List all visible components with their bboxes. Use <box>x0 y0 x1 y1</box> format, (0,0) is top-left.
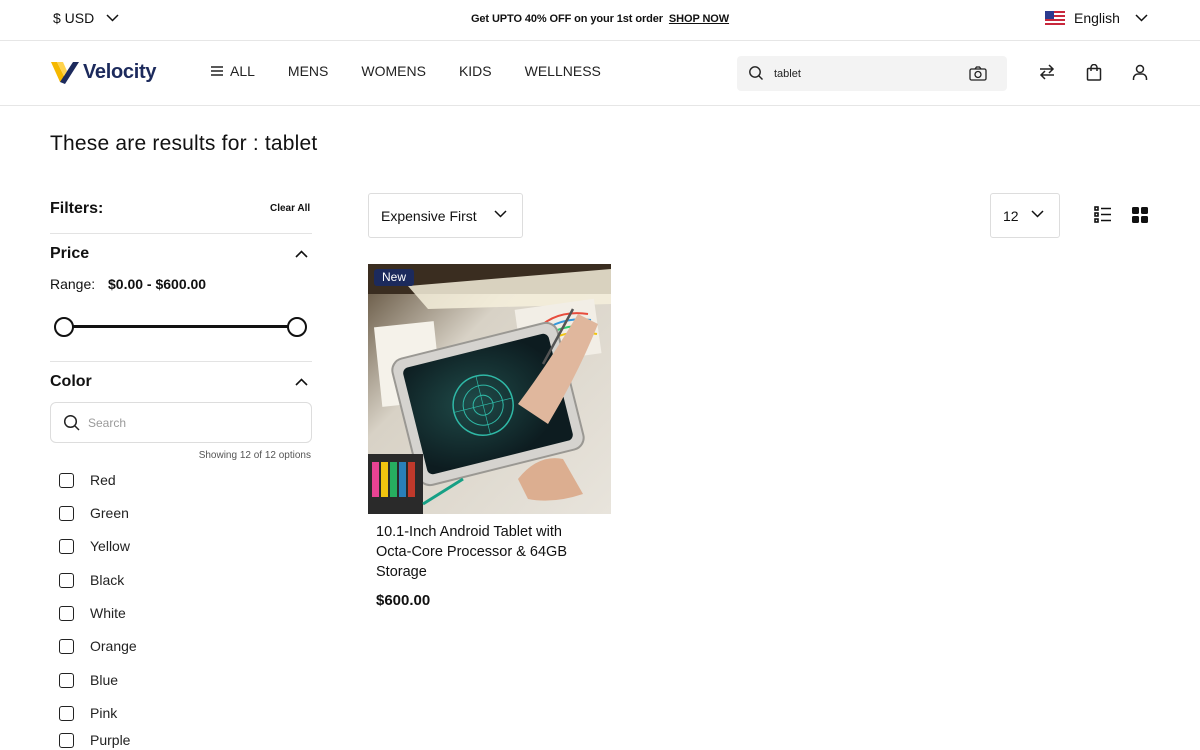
language-label: English <box>1074 10 1120 26</box>
price-section-title[interactable]: Price <box>50 245 89 263</box>
header-search <box>737 56 1007 91</box>
nav-item-wellness[interactable]: WELLNESS <box>525 63 601 79</box>
shop-now-link[interactable]: SHOP NOW <box>669 13 729 25</box>
nav-item-label: WELLNESS <box>524 63 601 79</box>
color-option-label: Purple <box>90 732 131 748</box>
logo-text: Velocity <box>83 60 157 83</box>
color-option-label: White <box>90 605 126 621</box>
nav-item-all[interactable]: ALL <box>211 63 255 79</box>
divider <box>50 361 312 362</box>
bag-icon[interactable] <box>1086 64 1102 81</box>
options-count: Showing 12 of 12 options <box>198 450 311 461</box>
price-slider-track[interactable] <box>64 325 298 328</box>
chevron-down-icon <box>1031 210 1044 218</box>
color-option-label: Green <box>90 505 129 521</box>
price-slider-max-handle[interactable] <box>287 317 307 337</box>
color-option-label: Blue <box>90 672 119 688</box>
clear-all-button[interactable]: Clear All <box>270 203 310 214</box>
price-slider-min-handle[interactable] <box>54 317 74 337</box>
us-flag-icon <box>1045 11 1065 25</box>
nav-item-label: ALL <box>230 63 255 79</box>
color-option-label: Orange <box>90 638 137 654</box>
color-search <box>50 402 312 443</box>
checkbox[interactable] <box>59 605 74 621</box>
main-nav: ALL MENS WOMENS KIDS WELLNESS <box>211 63 634 79</box>
chevron-down-icon <box>1135 14 1148 22</box>
color-option-orange[interactable]: Orange <box>59 636 137 656</box>
color-option-pink[interactable]: Pink <box>59 703 117 723</box>
sort-value: Expensive First <box>381 207 477 224</box>
checkbox[interactable] <box>59 505 74 521</box>
checkbox[interactable] <box>59 538 74 554</box>
nav-item-label: KIDS <box>458 63 492 79</box>
nav-item-label: WOMENS <box>361 63 426 79</box>
product-image[interactable] <box>368 264 611 514</box>
chevron-down-icon <box>494 210 507 218</box>
color-option-label: Red <box>90 472 116 488</box>
color-option-label: Yellow <box>90 538 130 554</box>
divider <box>50 233 312 234</box>
menu-icon <box>211 66 223 76</box>
promo-banner: Get UPTO 40% OFF on your 1st order SHOP … <box>0 13 1200 25</box>
checkbox[interactable] <box>59 572 74 588</box>
main-header: Velocity ALL MENS WOMENS KIDS WELLNESS <box>0 41 1200 106</box>
logo[interactable]: Velocity <box>51 60 157 84</box>
nav-item-label: MENS <box>287 63 329 79</box>
color-option-green[interactable]: Green <box>59 503 129 523</box>
search-icon[interactable] <box>748 65 764 81</box>
color-section-title[interactable]: Color <box>50 373 92 391</box>
checkbox[interactable] <box>59 638 74 654</box>
user-icon[interactable] <box>1132 64 1148 81</box>
chevron-up-icon[interactable] <box>295 378 308 386</box>
sort-select[interactable]: Expensive First <box>368 193 523 238</box>
color-option-black[interactable]: Black <box>59 570 124 590</box>
search-icon <box>63 414 80 431</box>
top-bar: $ USD Get UPTO 40% OFF on your 1st order… <box>0 0 1200 41</box>
new-badge: New <box>374 269 415 286</box>
per-page-value: 12 <box>1003 207 1019 224</box>
filters-heading: Filters: <box>50 200 104 217</box>
camera-icon[interactable] <box>969 66 987 81</box>
list-view-icon[interactable] <box>1094 206 1112 223</box>
nav-item-kids[interactable]: KIDS <box>459 63 492 79</box>
color-option-blue[interactable]: Blue <box>59 670 118 690</box>
page-title: These are results for : tablet <box>50 132 318 155</box>
promo-text: Get UPTO 40% OFF on your 1st order <box>470 13 663 25</box>
range-value: $0.00 - $600.00 <box>108 276 207 292</box>
velocity-logo-icon <box>51 60 79 84</box>
checkbox[interactable] <box>59 472 74 488</box>
range-label: Range: <box>50 276 96 292</box>
checkbox[interactable] <box>59 732 74 748</box>
color-option-label: Black <box>90 572 125 588</box>
color-option-white[interactable]: White <box>59 603 126 623</box>
product-price: $600.00 <box>376 592 431 609</box>
nav-item-mens[interactable]: MENS <box>288 63 328 79</box>
checkbox[interactable] <box>59 672 74 688</box>
nav-item-womens[interactable]: WOMENS <box>361 63 426 79</box>
language-selector[interactable]: English <box>1045 10 1148 26</box>
per-page-select[interactable]: 12 <box>990 193 1060 238</box>
color-option-label: Pink <box>90 705 118 721</box>
compare-icon[interactable] <box>1038 64 1056 80</box>
grid-view-icon[interactable] <box>1132 207 1148 223</box>
product-title[interactable]: 10.1-Inch Android Tablet with Octa-Core … <box>376 522 601 582</box>
chevron-up-icon[interactable] <box>295 250 308 258</box>
checkbox[interactable] <box>59 705 74 721</box>
color-option-purple[interactable]: Purple <box>59 730 130 750</box>
color-option-yellow[interactable]: Yellow <box>59 536 130 556</box>
color-option-red[interactable]: Red <box>59 470 116 490</box>
color-search-input[interactable] <box>88 413 288 433</box>
search-input[interactable] <box>774 64 964 83</box>
